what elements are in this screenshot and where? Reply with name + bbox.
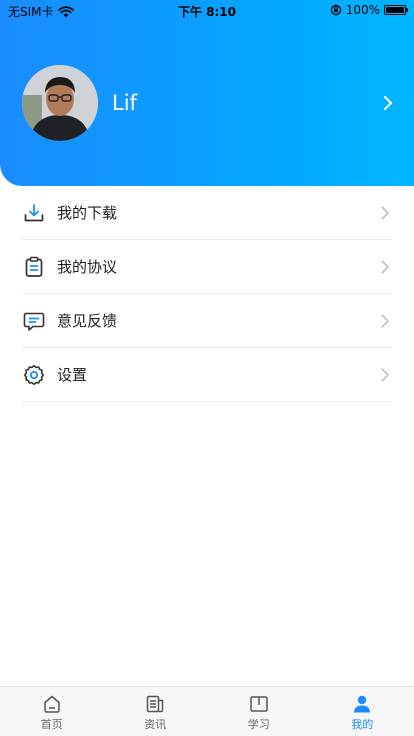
tab-label-home: 首页 (40, 718, 63, 731)
tab-label-news: 资讯 (144, 718, 167, 731)
tab-label-study: 学习 (247, 718, 270, 731)
tab-label-mine: 我的 (351, 718, 374, 731)
profile-row[interactable]: Lif (22, 64, 396, 142)
chevron-right-icon (381, 205, 389, 220)
menu-item-downloads[interactable]: 我的下载 (22, 186, 392, 240)
menu-list: 我的下载 我的协议 意见反馈 设置 (22, 186, 392, 402)
tab-mine[interactable]: 我的 (311, 687, 414, 736)
status-bar: 无SIM卡 下午 8:10 100% (0, 0, 414, 22)
chevron-right-icon[interactable] (380, 95, 396, 111)
menu-item-feedback[interactable]: 意见反馈 (22, 294, 392, 348)
menu-label-settings: 设置 (57, 366, 88, 384)
menu-label-agreements: 我的协议 (57, 258, 118, 276)
menu-label-feedback: 意见反馈 (57, 312, 118, 330)
chevron-right-icon (381, 367, 389, 382)
home-icon (44, 695, 60, 713)
chevron-right-icon (381, 313, 389, 328)
avatar-photo (22, 65, 98, 141)
username: Lif (112, 91, 137, 115)
book-icon (250, 696, 268, 712)
avatar[interactable] (22, 65, 98, 141)
download-icon (24, 203, 44, 221)
menu-label-downloads: 我的下载 (57, 204, 118, 222)
gear-icon (24, 364, 44, 385)
feedback-icon (23, 312, 45, 331)
clipboard-icon (25, 256, 43, 277)
menu-item-settings[interactable]: 设置 (22, 348, 392, 402)
tab-news[interactable]: 资讯 (104, 687, 208, 736)
menu-item-agreements[interactable]: 我的协议 (22, 240, 392, 294)
orientation-lock-icon (330, 4, 341, 16)
battery-text: 100% (345, 3, 380, 17)
tab-home[interactable]: 首页 (0, 687, 104, 736)
news-icon (147, 695, 164, 713)
status-right: 100% (330, 3, 408, 17)
tab-bar: 首页 资讯 学习 我的 (0, 686, 414, 736)
battery-icon (384, 5, 408, 15)
person-icon (354, 695, 371, 713)
chevron-right-icon (381, 259, 389, 274)
tab-study[interactable]: 学习 (207, 687, 311, 736)
